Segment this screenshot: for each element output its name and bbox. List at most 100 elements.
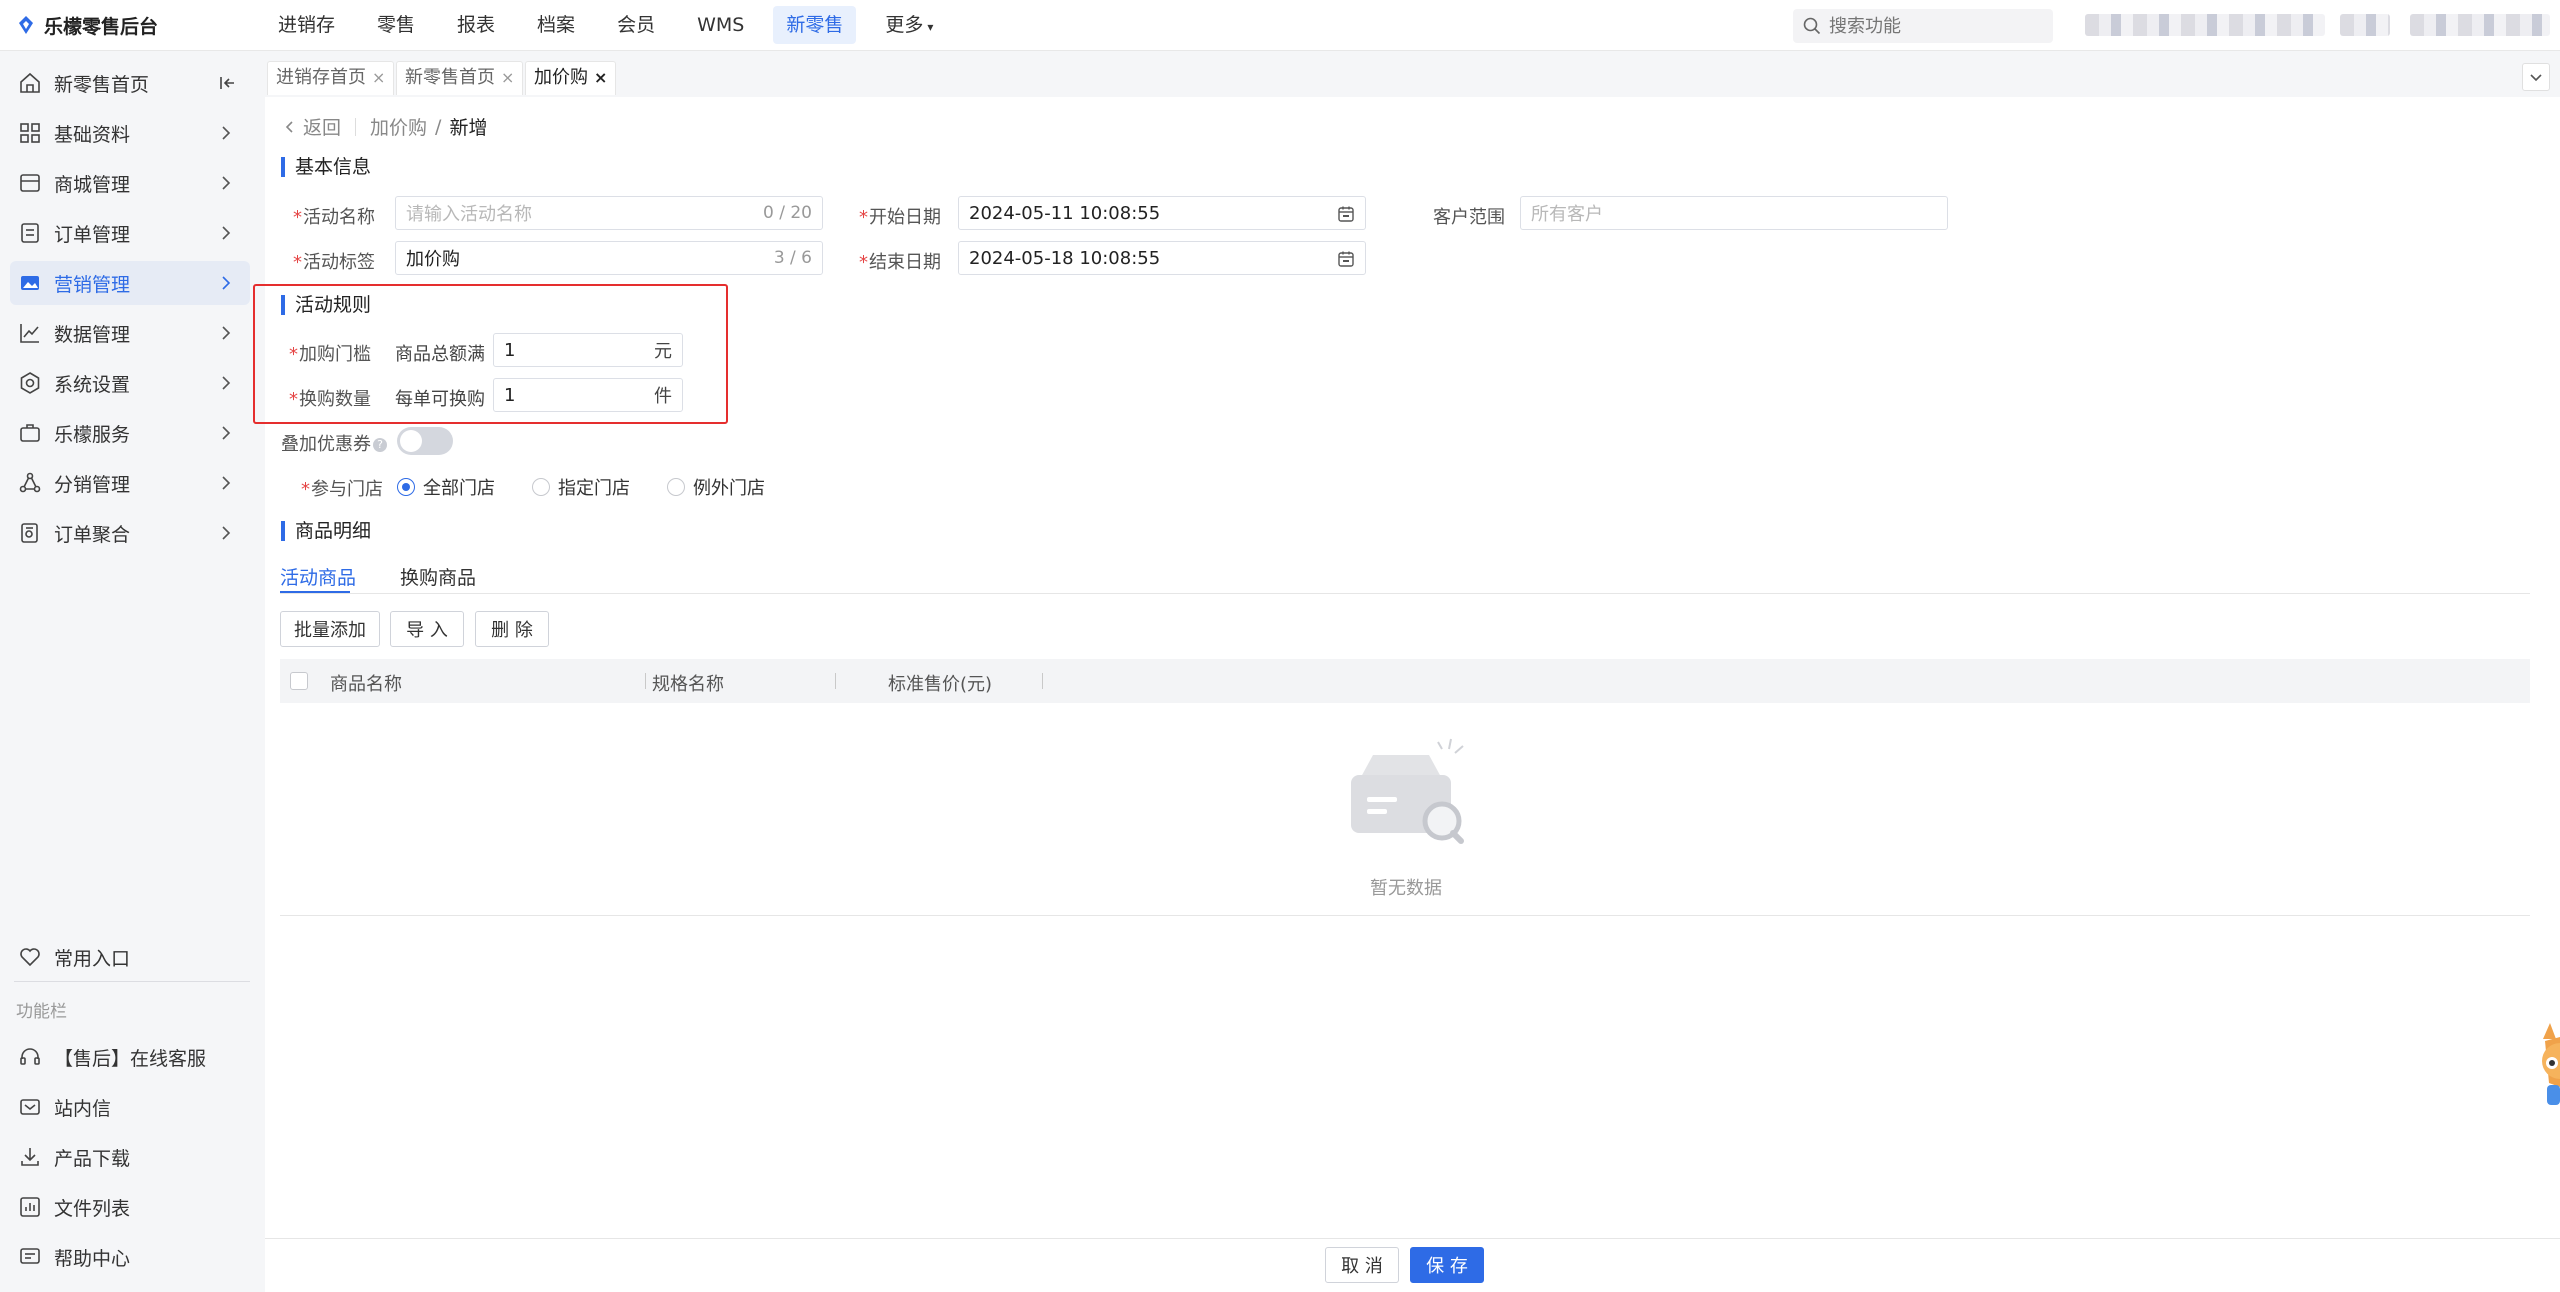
- chevron-right-icon: [222, 226, 231, 240]
- breadcrumb-divider: [355, 117, 357, 136]
- sidebar-favorites-label: 常用入口: [54, 947, 131, 970]
- topnav-item-retail[interactable]: 零售: [364, 6, 428, 44]
- cancel-button[interactable]: 取 消: [1325, 1247, 1399, 1283]
- customer-scope-select[interactable]: 所有客户: [1520, 196, 1948, 230]
- topnav-item-more[interactable]: 更多 ▾: [872, 6, 946, 44]
- activity-tag-label-text: 活动标签: [303, 252, 375, 273]
- tab-list-dropdown[interactable]: [2522, 63, 2550, 91]
- sidebar-favorites[interactable]: 常用入口: [10, 935, 250, 979]
- batch-add-button[interactable]: 批量添加: [280, 611, 380, 647]
- search-box[interactable]: [1793, 9, 2053, 43]
- stack-coupon-switch[interactable]: [397, 427, 453, 455]
- topnav-item-reports[interactable]: 报表: [444, 6, 508, 44]
- end-date-label-text: 结束日期: [869, 252, 941, 273]
- radio-all-stores[interactable]: 全部门店: [397, 474, 495, 500]
- sidebar-item-basic-data[interactable]: 基础资料: [10, 111, 250, 155]
- collapse-sidebar-icon[interactable]: [218, 73, 238, 93]
- sidebar-item-messages[interactable]: 站内信: [10, 1085, 250, 1129]
- blurred-account-area[interactable]: [2410, 14, 2550, 36]
- customer-scope-placeholder: 所有客户: [1531, 204, 1603, 225]
- sidebar-item-marketing[interactable]: 营销管理: [10, 261, 250, 305]
- close-icon[interactable]: ×: [594, 68, 607, 87]
- required-mark: *: [293, 252, 302, 273]
- save-button[interactable]: 保 存: [1410, 1247, 1484, 1283]
- breadcrumb: 返回 加价购 / 新增: [283, 113, 487, 140]
- chevron-down-icon: [2530, 74, 2542, 82]
- sidebar-item-label: 营销管理: [54, 273, 131, 296]
- sidebar-item-online-support[interactable]: 【售后】在线客服: [10, 1035, 250, 1079]
- document-icon: [21, 223, 39, 243]
- tab-label: 新零售首页: [405, 67, 495, 88]
- radio-circle: [397, 478, 415, 496]
- radio-label: 指定门店: [558, 478, 630, 499]
- threshold-label: *加购门槛: [289, 340, 371, 366]
- mascot-assistant-icon[interactable]: [2527, 1017, 2560, 1117]
- back-link[interactable]: 返回: [303, 113, 341, 140]
- sidebar-item-label: 产品下载: [54, 1147, 131, 1170]
- sidebar-item-lemeng-service[interactable]: 乐檬服务: [10, 411, 250, 455]
- required-mark: *: [859, 207, 868, 228]
- topnav-item-members[interactable]: 会员: [604, 6, 668, 44]
- help-icon[interactable]: ?: [373, 438, 387, 452]
- activity-tag-input[interactable]: 加价购 3 / 6: [395, 241, 823, 275]
- breadcrumb-parent[interactable]: 加价购: [370, 113, 427, 140]
- import-button[interactable]: 导 入: [390, 611, 464, 647]
- sidebar-item-distribution[interactable]: 分销管理: [10, 461, 250, 505]
- tab-add-on-purchase[interactable]: 加价购 ×: [525, 61, 617, 95]
- sidebar-item-orders[interactable]: 订单管理: [10, 211, 250, 255]
- activity-name-label-text: 活动名称: [303, 207, 375, 228]
- sidebar-item-mall[interactable]: 商城管理: [10, 161, 250, 205]
- topnav-item-inventory[interactable]: 进销存: [265, 6, 348, 44]
- breadcrumb-separator: /: [435, 115, 442, 138]
- sidebar-item-label: 系统设置: [54, 373, 131, 396]
- customer-scope-label: 客户范围: [1433, 207, 1505, 228]
- column-header-spec-name: 规格名称: [652, 674, 724, 695]
- threshold-amount-input[interactable]: 1 元: [493, 333, 683, 367]
- sidebar-item-product-download[interactable]: 产品下载: [10, 1135, 250, 1179]
- column-header-standard-price: 标准售价(元): [888, 674, 993, 695]
- radio-specified-stores[interactable]: 指定门店: [532, 474, 630, 500]
- end-date-value: 2024-05-18 10:08:55: [969, 247, 1161, 269]
- sidebar-item-label: 商城管理: [54, 173, 131, 196]
- required-mark: *: [293, 207, 302, 228]
- brand-logo-icon: [19, 16, 33, 34]
- start-date-value: 2024-05-11 10:08:55: [969, 202, 1161, 224]
- end-date-picker[interactable]: 2024-05-18 10:08:55: [958, 241, 1366, 275]
- sidebar-item-order-aggregation[interactable]: 订单聚合: [10, 511, 250, 555]
- search-input[interactable]: [1829, 15, 2029, 37]
- radio-label: 全部门店: [423, 478, 495, 499]
- tab-new-retail-home[interactable]: 新零售首页 ×: [396, 61, 524, 95]
- app-logo[interactable]: 乐檬零售后台: [0, 12, 265, 39]
- topnav-item-wms[interactable]: WMS: [684, 6, 757, 44]
- subtab-exchange-goods[interactable]: 换购商品: [400, 563, 476, 590]
- topnav-item-new-retail[interactable]: 新零售: [773, 6, 857, 44]
- activity-name-input[interactable]: 请输入活动名称 0 / 20: [395, 196, 823, 230]
- tab-inventory-home[interactable]: 进销存首页 ×: [267, 61, 395, 95]
- blurred-user-info: [2085, 14, 2325, 36]
- sidebar-item-file-list[interactable]: 文件列表: [10, 1185, 250, 1229]
- required-mark: *: [289, 344, 298, 365]
- subtab-activity-goods[interactable]: 活动商品: [280, 563, 356, 590]
- chevron-right-icon: [222, 176, 231, 190]
- column-resize-handle[interactable]: [835, 673, 836, 689]
- delete-button[interactable]: 删 除: [475, 611, 549, 647]
- sidebar-item-label: 新零售首页: [54, 73, 150, 96]
- start-date-picker[interactable]: 2024-05-11 10:08:55: [958, 196, 1366, 230]
- radio-excluded-stores[interactable]: 例外门店: [667, 474, 765, 500]
- close-icon[interactable]: ×: [501, 68, 514, 87]
- close-icon[interactable]: ×: [372, 68, 385, 87]
- topnav-item-archives[interactable]: 档案: [524, 6, 588, 44]
- section-title-goods: 商品明细: [281, 521, 371, 541]
- sidebar-divider: [14, 981, 250, 982]
- quantity-input[interactable]: 1 件: [493, 378, 683, 412]
- chevron-left-icon[interactable]: [283, 119, 297, 135]
- select-all-checkbox[interactable]: [290, 672, 308, 690]
- sidebar-item-help-center[interactable]: 帮助中心: [10, 1235, 250, 1279]
- threshold-unit: 元: [654, 341, 672, 362]
- sidebar-item-new-retail-home[interactable]: 新零售首页: [10, 61, 250, 105]
- sidebar-item-system-settings[interactable]: 系统设置: [10, 361, 250, 405]
- threshold-label-text: 加购门槛: [299, 344, 371, 365]
- sidebar-item-data[interactable]: 数据管理: [10, 311, 250, 355]
- activity-tag-char-count: 3 / 6: [773, 248, 812, 268]
- column-resize-handle[interactable]: [1042, 673, 1043, 689]
